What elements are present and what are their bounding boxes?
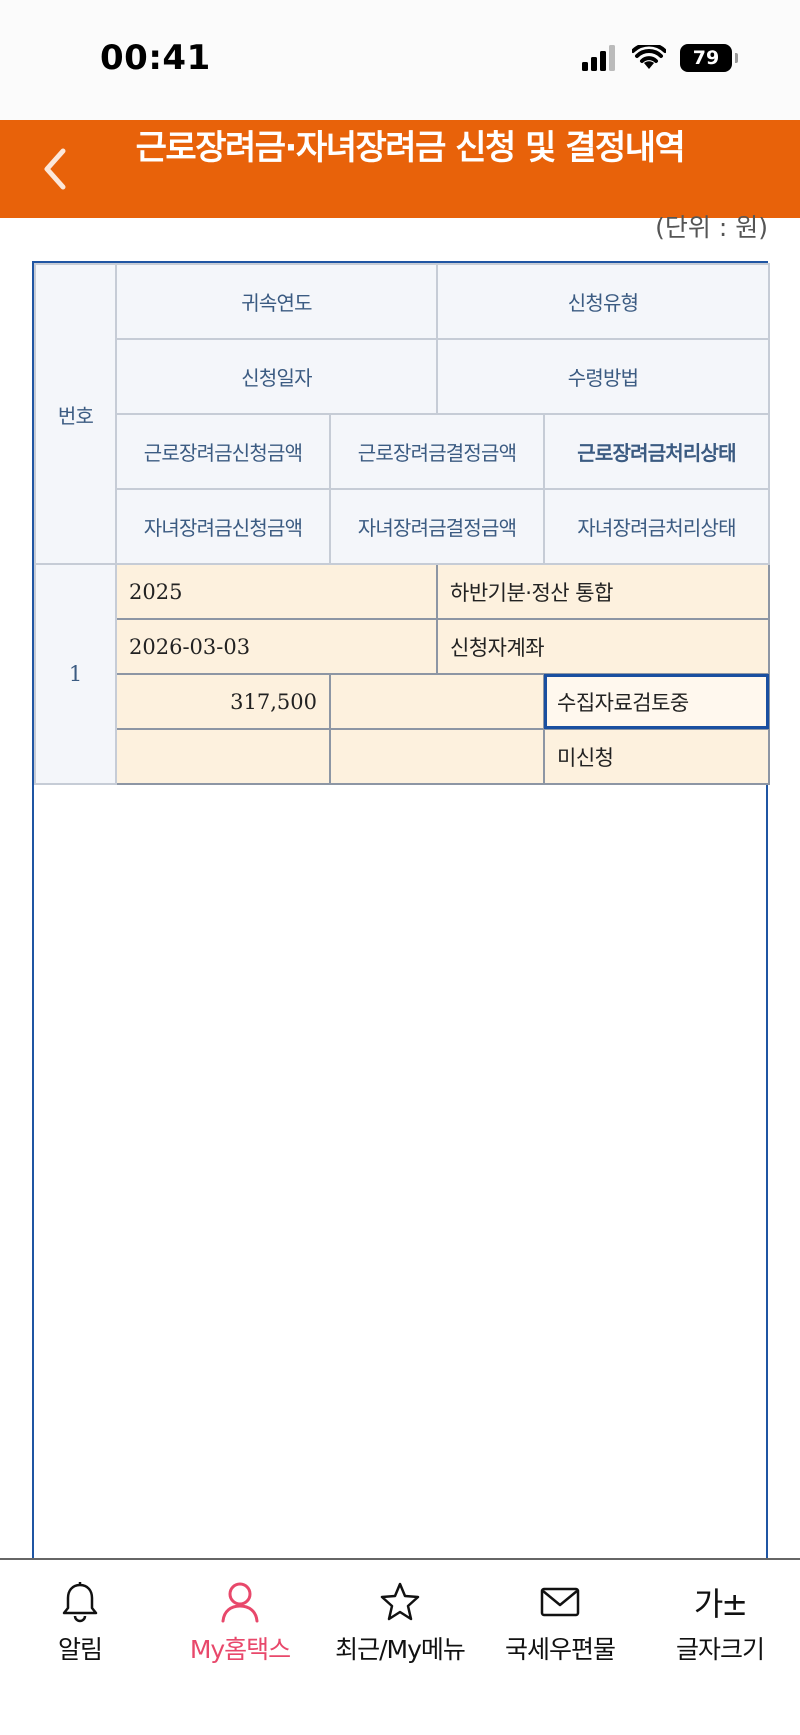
page-title: 근로장려금·자녀장려금 신청 및 결정내역 [135,128,686,168]
table-row: 미신청 [35,728,770,785]
battery-level: 79 [692,47,720,69]
header-child-apply-amount: 자녀장려금신청금액 [115,488,331,565]
nav-label: 최근/My메뉴 [335,1635,466,1664]
header-child-decision-amount: 자녀장려금결정금액 [329,488,545,565]
header-year: 귀속연도 [115,263,438,340]
header-work-status: 근로장려금처리상태 [543,413,770,490]
back-button[interactable] [28,142,80,196]
bell-icon [60,1580,100,1624]
status-time: 00:41 [100,38,211,78]
nav-label: 국세우편물 [504,1635,616,1664]
cell-work-apply-amount: 317,500 [115,673,331,730]
header-child-status: 자녀장려금처리상태 [543,488,770,565]
cell-apply-type: 하반기분·정산 통합 [436,563,770,620]
nav-label: 글자크기 [675,1635,765,1664]
battery-icon: 79 [680,44,738,72]
cell-child-apply-amount [115,728,331,785]
font-size-icon: 가± [693,1585,748,1623]
nav-label: My홈택스 [189,1635,291,1664]
cell-apply-date: 2026-03-03 [115,618,438,675]
header-receive-method: 수령방법 [436,338,770,415]
cell-work-decision-amount [329,673,545,730]
mail-icon [540,1580,580,1624]
nav-recent-menu[interactable]: 최근/My메뉴 [320,1560,480,1735]
result-table-frame: 번호 귀속연도 신청유형 신청일자 수령방법 근로장려금신청금액 근로장려금결정… [32,261,770,1561]
chevron-left-icon [44,148,66,190]
cell-year: 2025 [115,563,438,620]
signal-icon [582,45,615,71]
header-apply-type: 신청유형 [436,263,770,340]
status-bar: 00:41 79 [0,0,800,120]
app-header: 근로장려금·자녀장려금 신청 및 결정내역 [0,120,800,218]
status-icons: 79 [582,44,738,72]
header-row-1: 번호 귀속연도 신청유형 [34,263,770,565]
nav-font-size[interactable]: 가± 글자크기 [640,1560,800,1735]
nav-label: 알림 [57,1635,103,1664]
bottom-nav: 알림 My홈택스 최근/My메뉴 국세우편물 가± 글자크기 [0,1558,800,1735]
cell-child-status: 미신청 [543,728,770,785]
header-row-2: 신청일자 수령방법 [35,338,770,415]
nav-my-hometax[interactable]: My홈택스 [160,1560,320,1735]
header-row-3: 근로장려금신청금액 근로장려금결정금액 근로장려금처리상태 [35,413,770,490]
table-row: 317,500 수집자료검토중 [35,673,770,730]
result-table: 번호 귀속연도 신청유형 신청일자 수령방법 근로장려금신청금액 근로장려금결정… [34,263,770,785]
table-row: 1 2025 하반기분·정산 통합 [34,563,770,785]
header-work-decision-amount: 근로장려금결정금액 [329,413,545,490]
person-icon [220,1580,260,1624]
header-row-4: 자녀장려금신청금액 자녀장려금결정금액 자녀장려금처리상태 [35,488,770,565]
header-work-apply-amount: 근로장려금신청금액 [115,413,331,490]
header-apply-date: 신청일자 [115,338,438,415]
cell-child-decision-amount [329,728,545,785]
header-number: 번호 [34,263,117,565]
nav-tax-mail[interactable]: 국세우편물 [480,1560,640,1735]
nav-alerts[interactable]: 알림 [0,1560,160,1735]
table-row: 2026-03-03 신청자계좌 [35,618,770,675]
cell-work-status[interactable]: 수집자료검토중 [543,673,770,730]
cell-receive-method: 신청자계좌 [436,618,770,675]
wifi-icon [632,45,666,69]
unit-note: (단위 : 원) [655,213,768,242]
star-icon [379,1580,421,1624]
row-number: 1 [34,563,117,785]
